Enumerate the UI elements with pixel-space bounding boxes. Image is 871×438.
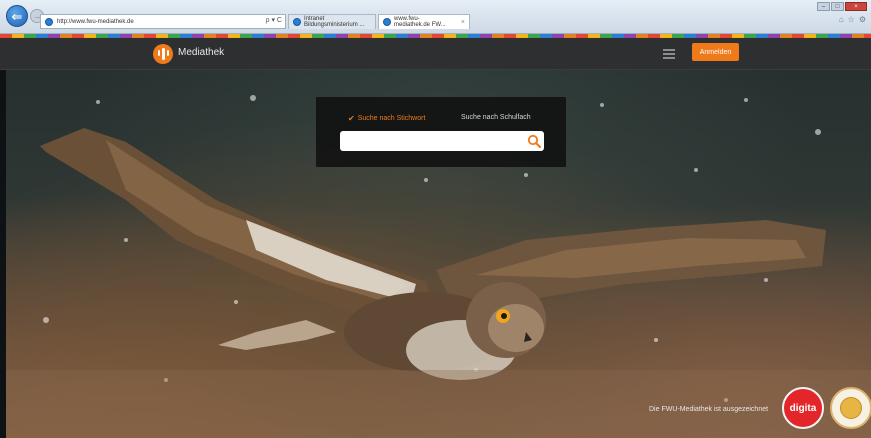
close-window-button[interactable]: × [845,2,867,11]
search-icon[interactable] [527,134,541,148]
browser-tab-mediathek[interactable]: www.fwu-mediathek.de FW... × [378,14,470,29]
browser-tab-intranet[interactable]: Intranet Bildungsministerium ... [288,14,376,29]
back-button[interactable]: ⇐ [6,5,28,27]
award-seal-inner [840,397,862,419]
window-controls: – □ × [817,2,867,11]
check-icon: ✔ [348,114,355,123]
browser-chrome: ⇐ → http://www.fwu-mediathek.de ρ ▾ C In… [0,0,871,34]
app-header: Mediathek Anmelden [0,38,871,70]
menu-icon[interactable] [663,49,675,59]
brand-name[interactable]: Mediathek [178,47,224,58]
tab-keyword-label: Suche nach Stichwort [357,115,426,122]
digita-award-badge[interactable]: digita [782,387,824,429]
maximize-button[interactable]: □ [831,2,844,11]
address-url: http://www.fwu-mediathek.de [57,18,134,25]
tab-subject-search[interactable]: Suche nach Schulfach [461,114,531,121]
tab-label: Intranet Bildungsministerium ... [304,16,365,28]
browser-toolbar-icons: ⌂ ☆ ⚙ [839,15,866,24]
mediathek-logo-icon[interactable] [153,44,173,64]
globe-icon [45,17,53,26]
page-icon [383,18,391,26]
star-icon[interactable]: ☆ [848,15,855,24]
search-input[interactable] [340,131,544,151]
award-seal-icon[interactable] [830,387,871,429]
tab-keyword-search[interactable]: ✔ Suche nach Stichwort [348,114,425,123]
login-button[interactable]: Anmelden [692,43,739,61]
award-text: Die FWU-Mediathek ist ausgezeichnet [649,406,769,413]
page-icon [293,18,301,26]
minimize-button[interactable]: – [817,2,830,11]
address-bar[interactable]: http://www.fwu-mediathek.de ρ ▾ C [40,14,286,29]
tab-label: www.fwu-mediathek.de FW... [394,16,446,28]
tab-close-icon[interactable]: × [461,19,465,26]
home-icon[interactable]: ⌂ [839,15,844,24]
logo-mark [157,48,169,60]
gear-icon[interactable]: ⚙ [859,15,866,24]
address-tools[interactable]: ρ ▾ C [266,16,282,24]
